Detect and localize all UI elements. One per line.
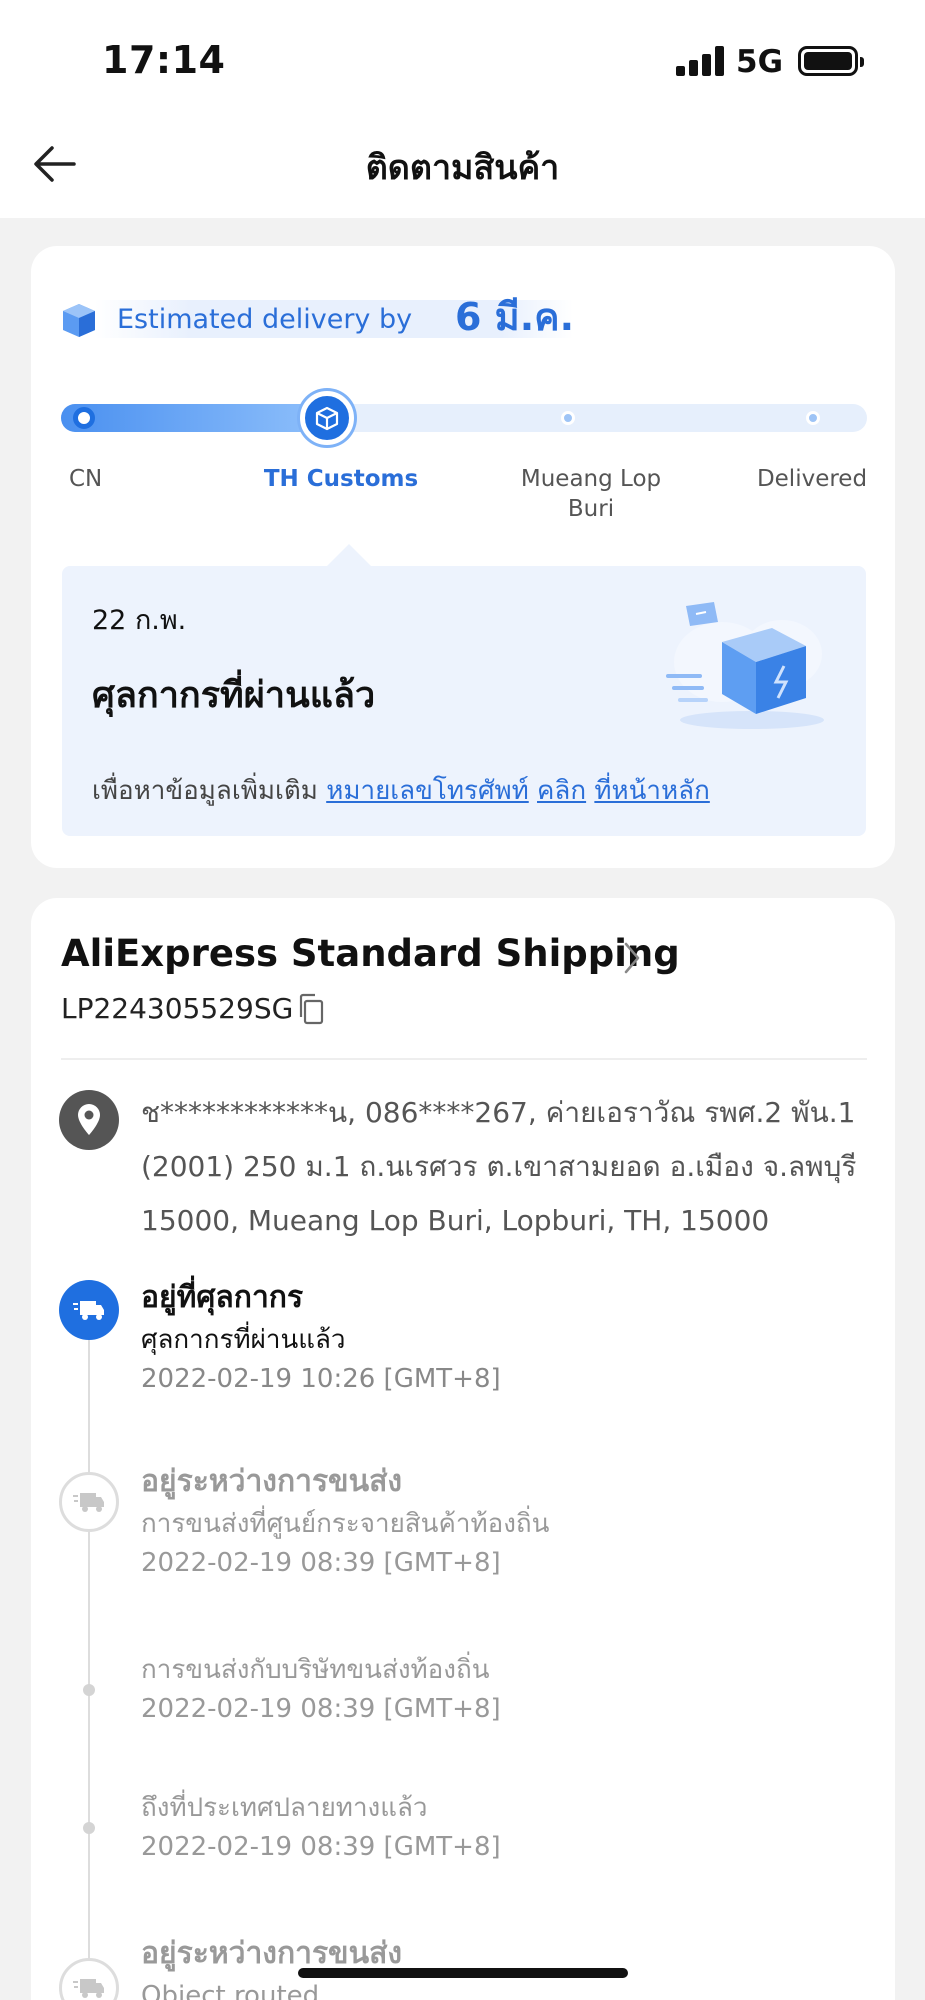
package-icon	[315, 406, 339, 431]
copy-icon[interactable]	[295, 992, 327, 1026]
stage-dot-customs	[299, 391, 354, 445]
page-title: ติดตามสินค้า	[365, 148, 560, 188]
timeline-dot	[83, 1684, 95, 1696]
stage-dot-delivered	[806, 411, 820, 425]
truck-icon	[59, 1280, 119, 1340]
timeline-line	[88, 1286, 90, 2000]
timeline-entry: ถึงที่ประเทศปลายทางแล้ว 2022-02-19 08:39…	[141, 1788, 881, 1866]
tracking-number: LP224305529SG	[61, 992, 294, 1025]
chevron-right-icon[interactable]	[621, 940, 643, 976]
estimated-delivery-date: 6 มี.ค.	[455, 295, 575, 339]
nav-bar: ติดตามสินค้า	[0, 110, 925, 218]
timeline-entry: อยู่ระหว่างการขนส่ง Object routed	[141, 1932, 881, 2000]
delivery-address: ช************น, 086****267, ค่ายเอราวัณ …	[141, 1096, 857, 1237]
more-info-text: เพื่อหาข้อมูลเพิ่มเติม หมายเลขโทรศัพท์ ค…	[92, 770, 710, 811]
network-label: 5G	[736, 44, 784, 80]
timeline-dot	[83, 1822, 95, 1834]
stage-label-mueang: Mueang Lop Buri	[520, 466, 662, 522]
shipping-details-card: AliExpress Standard Shipping LP224305529…	[31, 898, 895, 2000]
timeline-time: 2022-02-19 08:39 [GMT+8]	[141, 1694, 501, 1724]
timeline-title: อยู่ระหว่างการขนส่ง	[141, 1464, 403, 1499]
timeline-time: 2022-02-19 08:39 [GMT+8]	[141, 1832, 501, 1862]
home-indicator[interactable]	[298, 1968, 628, 1978]
timeline-time: 2022-02-19 10:26 [GMT+8]	[141, 1364, 501, 1394]
location-pin-icon	[59, 1090, 119, 1150]
package-icon	[63, 304, 95, 337]
latest-status-panel: 22 ก.พ. ศุลกากรที่ผ่านแล้ว เพื่อหาข้อมูล…	[62, 566, 866, 836]
truck-icon	[59, 1958, 119, 2000]
timeline-entry: อยู่ที่ศุลกากร ศุลกากรที่ผ่านแล้ว 2022-0…	[141, 1276, 881, 1398]
latest-status-text: ศุลกากรที่ผ่านแล้ว	[92, 675, 376, 716]
stage-label-cn: CN	[69, 466, 103, 492]
signal-icon	[676, 46, 724, 76]
stage-label-delivered: Delivered	[756, 466, 868, 492]
progress-fill	[61, 404, 327, 432]
timeline-entry: การขนส่งกับบริษัทขนส่งท้องถิ่น 2022-02-1…	[141, 1650, 881, 1728]
truck-icon	[59, 1472, 119, 1532]
timeline-desc: การขนส่งที่ศูนย์กระจายสินค้าท้องถิ่น	[141, 1509, 550, 1539]
home-page-link[interactable]: ที่หน้าหลัก	[594, 776, 709, 806]
progress-track	[61, 391, 867, 445]
click-link[interactable]: คลิก	[537, 776, 586, 806]
parcel-illustration-icon	[666, 602, 824, 729]
battery-icon	[798, 46, 864, 76]
timeline-entry: อยู่ระหว่างการขนส่ง การขนส่งที่ศูนย์กระจ…	[141, 1460, 881, 1582]
timeline-time: 2022-02-19 08:39 [GMT+8]	[141, 1548, 501, 1578]
stage-dot-cn	[73, 407, 95, 429]
delivery-progress-card: Estimated delivery by 6 มี.ค. CN TH Cust…	[31, 246, 895, 868]
phone-number-link[interactable]: หมายเลขโทรศัพท์	[326, 776, 529, 806]
timeline-desc: การขนส่งกับบริษัทขนส่งท้องถิ่น	[141, 1655, 490, 1685]
status-bar: 17:14 5G	[0, 0, 925, 110]
stage-label-customs: TH Customs	[263, 466, 419, 492]
timeline-desc: ศุลกากรที่ผ่านแล้ว	[141, 1325, 346, 1355]
divider	[61, 1058, 867, 1060]
timeline-desc: Object routed	[141, 1981, 320, 2000]
estimated-delivery-label: Estimated delivery by	[117, 304, 413, 335]
status-time: 17:14	[102, 38, 226, 82]
more-info-prefix: เพื่อหาข้อมูลเพิ่มเติม	[92, 776, 318, 806]
timeline-desc: ถึงที่ประเทศปลายทางแล้ว	[141, 1793, 428, 1823]
timeline-title: อยู่ที่ศุลกากร	[141, 1280, 304, 1315]
panel-pointer	[327, 544, 371, 566]
carrier-name[interactable]: AliExpress Standard Shipping	[61, 932, 680, 975]
latest-status-date: 22 ก.พ.	[92, 605, 187, 636]
stage-dot-mueang	[561, 411, 575, 425]
